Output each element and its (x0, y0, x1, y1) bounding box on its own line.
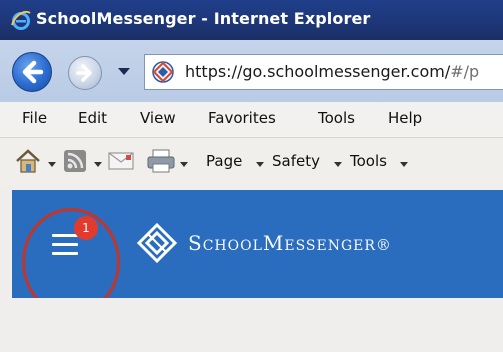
url-text[interactable]: https://go.schoolmessenger.com/#/p (185, 62, 479, 81)
safety-menu-label: Safety (272, 152, 320, 170)
back-button[interactable] (12, 52, 52, 92)
forward-arrow-icon (76, 64, 92, 82)
feeds-dropdown[interactable] (94, 162, 102, 167)
print-icon[interactable] (146, 148, 176, 174)
tools-command-menu[interactable]: Tools (350, 152, 387, 170)
mail-icon[interactable] (108, 151, 134, 171)
ie-logo-icon (11, 10, 31, 30)
address-row: https://go.schoolmessenger.com/#/p (0, 40, 503, 102)
brand-name: SchoolMessenger® (188, 231, 392, 255)
tools-command-label: Tools (350, 152, 387, 170)
menu-favorites[interactable]: Favorites (208, 109, 276, 127)
recent-pages-dropdown[interactable] (118, 68, 130, 75)
site-favicon-icon (152, 61, 174, 83)
rss-feed-icon[interactable] (62, 148, 88, 174)
safety-dropdown[interactable] (334, 162, 342, 167)
address-bar[interactable]: https://go.schoolmessenger.com/#/p (144, 54, 503, 90)
browser-window: SchoolMessenger - Internet Explorer http… (0, 0, 503, 352)
home-icon[interactable] (14, 148, 42, 174)
title-bar: SchoolMessenger - Internet Explorer (0, 0, 503, 40)
window-title: SchoolMessenger - Internet Explorer (36, 9, 371, 28)
menu-file[interactable]: File (22, 109, 47, 127)
safety-menu[interactable]: Safety (272, 152, 320, 170)
print-dropdown[interactable] (180, 162, 188, 167)
tools-dropdown[interactable] (400, 162, 408, 167)
url-main: https://go.schoolmessenger.com/ (185, 62, 451, 81)
back-arrow-icon (22, 60, 44, 84)
registered-mark: ® (375, 236, 392, 254)
menu-bar: File Edit View Favorites Tools Help (0, 102, 503, 138)
url-rest: #/p (450, 62, 480, 81)
command-bar: Page Safety Tools (0, 138, 503, 186)
brand-text: SchoolMessenger (188, 231, 376, 255)
page-dropdown[interactable] (256, 162, 264, 167)
menu-edit[interactable]: Edit (78, 109, 107, 127)
forward-button[interactable] (68, 56, 102, 90)
page-menu[interactable]: Page (206, 152, 242, 170)
page-menu-label: Page (206, 152, 243, 170)
home-dropdown[interactable] (48, 162, 56, 167)
page-content (12, 298, 503, 352)
schoolmessenger-logo-icon (136, 222, 178, 264)
menu-tools[interactable]: Tools (318, 109, 355, 127)
menu-view[interactable]: View (140, 109, 176, 127)
menu-help[interactable]: Help (388, 109, 422, 127)
